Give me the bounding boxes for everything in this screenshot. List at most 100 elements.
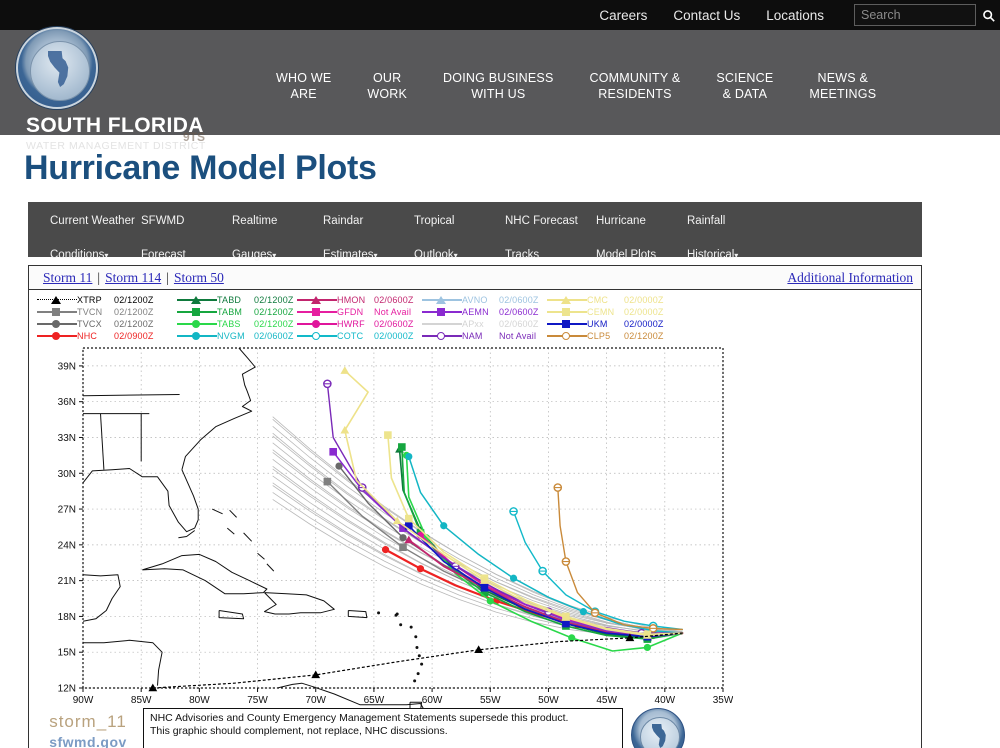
x-tick-label: 40W: [655, 695, 676, 706]
legend-model-date: 02/1200Z: [114, 306, 154, 317]
subnav-line2: Historical: [687, 248, 735, 261]
chevron-down-icon: ▾: [734, 250, 739, 260]
chevron-down-icon: ▾: [104, 250, 109, 260]
legend-item-hmon: HMON 02/0600Z: [297, 294, 422, 305]
storm-watermark-id: storm_11: [49, 712, 127, 731]
legend-model-date: 02/0000Z: [624, 306, 664, 317]
link-separator: |: [97, 269, 101, 285]
legend-symbol-aemn: [422, 307, 462, 317]
legend-model-date: 02/0600Z: [374, 318, 414, 329]
additional-information-link[interactable]: Additional Information: [787, 270, 913, 286]
storm-link-50[interactable]: Storm 50: [174, 270, 224, 286]
x-tick-label: 85W: [131, 695, 152, 706]
legend-model-name: TVCN: [77, 306, 103, 317]
storm-watermark-site[interactable]: sfwmd.gov: [33, 734, 143, 748]
legend-symbol-gfdn: [297, 307, 337, 317]
search-input[interactable]: [854, 4, 976, 26]
subnav-item-realtime-gauges[interactable]: Realtime Gauges▾: [232, 196, 323, 264]
legend-model-date: 02/0600Z: [499, 306, 539, 317]
y-tick-label: 21N: [58, 576, 76, 587]
y-tick-label: 39N: [58, 361, 76, 372]
link-separator: |: [166, 269, 169, 285]
legend-model-name: TABD: [217, 294, 242, 305]
main-navigation: WHO WE ARE OUR WORK DOING BUSINESS WITH …: [258, 70, 894, 102]
legend-symbol-tvcn: [37, 307, 77, 317]
x-tick-label: 80W: [189, 695, 210, 706]
subnav-item-current-weather-conditions[interactable]: Current Weather Conditions▾: [50, 196, 141, 264]
legend-symbol-cemn: [547, 307, 587, 317]
utility-bar: Careers Contact Us Locations: [0, 0, 1000, 30]
search-icon[interactable]: [976, 4, 1000, 26]
x-tick-label: 90W: [73, 695, 94, 706]
legend-symbol-apxx: [422, 319, 462, 329]
track-plot-svg: 90W 85W 80W 75W 70W 65W 60W 55W 50W 45W 40W 35W 39N 3…: [58, 347, 733, 710]
legend-symbol-hwrf: [297, 319, 337, 329]
subnav-item-tropical-outlook[interactable]: Tropical Outlook▾: [414, 196, 505, 264]
legend-item-gfdn: GFDN Not Avail: [297, 306, 422, 317]
subnav-line2: Estimates: [323, 248, 374, 261]
legend-item-hwrf: HWRF 02/0600Z: [297, 318, 422, 329]
page-title: Hurricane Model Plots: [24, 149, 377, 187]
legend-symbol-cmc: [547, 295, 587, 305]
storm-watermark: storm_11 sfwmd.gov: [33, 708, 143, 748]
nav-doing-business-with-us[interactable]: DOING BUSINESS WITH US: [425, 70, 571, 102]
legend-symbol-tvcx: [37, 319, 77, 329]
subnav-line2: Model Plots: [596, 248, 657, 261]
weather-subnav: Current Weather Conditions▾ SFWMD Foreca…: [28, 202, 922, 261]
legend-column: HMON 02/0600Z GFDN Not Avail HWRF 02/0600Z COT…: [297, 294, 422, 341]
chevron-down-icon: ▾: [453, 250, 458, 260]
subnav-line1: Raindar: [323, 214, 364, 227]
legend-symbol-tabd: [177, 295, 217, 305]
legend-item-xtrp: XTRP 02/1200Z: [37, 294, 177, 305]
legend-model-date: 02/1200Z: [254, 318, 294, 329]
legend-column: AVNO 02/0600Z AEMN 02/0600Z APxx 02/0600Z NAM N…: [422, 294, 547, 341]
legend-column: XTRP 02/1200Z TVCN 02/1200Z TVCX 02/1200Z NHC 0…: [37, 294, 177, 341]
subnav-item-hurricane-model-plots[interactable]: Hurricane Model Plots: [596, 196, 687, 264]
subnav-item-sfwmd-forecast[interactable]: SFWMD Forecast: [141, 196, 232, 264]
storm-link-11[interactable]: Storm 11: [43, 270, 92, 286]
storm-selector-bar: Storm 11 | Storm 114 | Storm 50 Addition…: [29, 266, 921, 290]
subnav-line1: SFWMD: [141, 214, 185, 227]
nav-who-we-are[interactable]: WHO WE ARE: [258, 70, 349, 102]
legend-model-name: TABM: [217, 306, 243, 317]
legend-model-name: TABS: [217, 318, 241, 329]
legend-item-cmc: CMC 02/0000Z: [547, 294, 677, 305]
subnav-item-nhc-forecast-tracks[interactable]: NHC Forecast Tracks: [505, 196, 596, 264]
legend-model-name: CMC: [587, 294, 609, 305]
subnav-line2: Tracks: [505, 248, 540, 261]
florida-shape-icon: [652, 724, 666, 748]
nav-science-data[interactable]: SCIENCE & DATA: [698, 70, 791, 102]
subnav-item-rainfall-historical[interactable]: Rainfall Historical▾: [687, 196, 778, 264]
sfwmd-seal-icon: [16, 27, 98, 109]
legend-model-date: 02/1200Z: [254, 294, 294, 305]
legend-symbol-tabs: [177, 319, 217, 329]
legend-item-tabs: TABS 02/1200Z: [177, 318, 297, 329]
x-tick-label: 50W: [538, 695, 559, 706]
y-tick-label: 18N: [58, 612, 76, 623]
nav-news-meetings[interactable]: NEWS & MEETINGS: [791, 70, 894, 102]
storm-link-114[interactable]: Storm 114: [105, 270, 161, 286]
nav-our-work[interactable]: OUR WORK: [349, 70, 425, 102]
disclaimer-line-2: This graphic should complement, not repl…: [150, 725, 448, 737]
utility-link-careers[interactable]: Careers: [599, 8, 647, 23]
utility-link-locations[interactable]: Locations: [766, 8, 824, 23]
legend-model-date: 02/1200Z: [114, 318, 154, 329]
legend-symbol-ukm: [547, 319, 587, 329]
subnav-item-raindar-estimates[interactable]: Raindar Estimates▾: [323, 196, 414, 264]
legend-model-date: 02/0000Z: [624, 294, 664, 305]
plot-footer: storm_11 sfwmd.gov NHC Advisories and Co…: [33, 708, 733, 748]
legend-model-name: APxx: [462, 318, 484, 329]
disclaimer-line-1: NHC Advisories and County Emergency Mana…: [150, 712, 569, 724]
y-tick-label: 36N: [58, 397, 76, 408]
subnav-line2: Outlook: [414, 248, 454, 261]
legend-symbol-hmon: [297, 295, 337, 305]
utility-link-contact-us[interactable]: Contact Us: [673, 8, 740, 23]
legend-model-name: HMON: [337, 294, 366, 305]
legend-model-name: TVCX: [77, 318, 102, 329]
subnav-line1: Tropical: [414, 214, 455, 227]
legend-symbol-tabm: [177, 307, 217, 317]
x-tick-label: 70W: [305, 695, 326, 706]
y-tick-label: 27N: [58, 505, 76, 516]
nav-community-residents[interactable]: COMMUNITY & RESIDENTS: [572, 70, 699, 102]
legend-symbol-avno: [422, 295, 462, 305]
